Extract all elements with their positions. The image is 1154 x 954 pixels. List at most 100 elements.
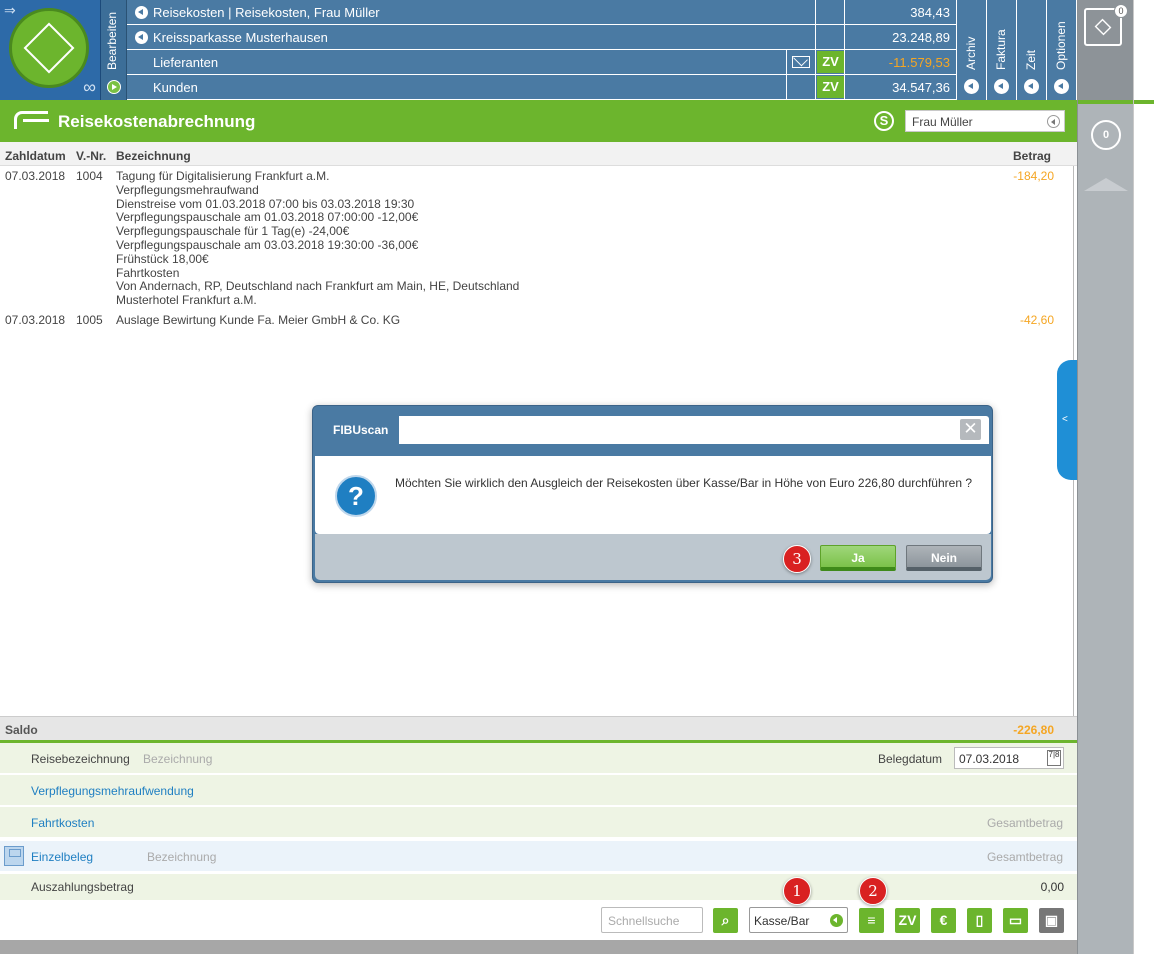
header-row-kunden[interactable]: Kunden ZV 34.547,36 (127, 75, 956, 100)
description-line: Verpflegungsmehraufwand (116, 182, 259, 197)
fahrtkosten-amount-input[interactable]: Gesamtbetrag (987, 816, 1063, 830)
header-row-reisekosten[interactable]: Reisekosten | Reisekosten, Frau Müller 3… (127, 0, 956, 25)
header-row-value: 23.248,89 (844, 25, 956, 49)
save-icon[interactable] (4, 846, 24, 866)
reisebezeichnung-input[interactable]: Bezeichnung (143, 752, 212, 766)
verpflegung-link[interactable]: Verpflegungsmehraufwendung (31, 784, 194, 798)
payment-method-select[interactable]: Kasse/Bar (749, 907, 848, 933)
header-row-label: Lieferanten (153, 55, 219, 70)
description-line: Verpflegungspauschale für 1 Tag(e) -24,0… (116, 224, 350, 239)
header-row-bank[interactable]: Kreissparkasse Musterhausen 23.248,89 (127, 25, 956, 50)
table-row[interactable]: 07.03.2018 1004 Tagung für Digitalisieru… (0, 169, 1077, 310)
person-select-value: Frau Müller (912, 115, 973, 129)
row-amount: -42,60 (1019, 313, 1054, 327)
arrow-left-icon[interactable] (1054, 79, 1069, 94)
document-icon[interactable]: ▯ (967, 908, 992, 933)
tab-label: Optionen (1054, 21, 1068, 70)
tab-faktura[interactable]: Faktura (986, 0, 1016, 100)
tab-label: Faktura (994, 29, 1008, 70)
arrow-left-icon[interactable] (994, 79, 1009, 94)
column-header[interactable]: V.-Nr. (76, 149, 106, 163)
play-icon[interactable] (107, 80, 121, 94)
save-icon[interactable]: ▣ (1039, 908, 1064, 933)
mail-icon (792, 56, 810, 68)
person-select[interactable]: Frau Müller (905, 110, 1065, 132)
module-title-bar: Reisekostenabrechnung S Frau Müller (0, 100, 1077, 142)
close-icon[interactable]: ✕ (960, 419, 981, 440)
arrow-icon: ⇒ (4, 2, 16, 18)
header-row-value: 34.547,36 (844, 75, 956, 99)
einzelbeleg-amount-input[interactable]: Gesamtbetrag (987, 850, 1063, 864)
fahrtkosten-row[interactable]: Fahrtkosten Gesamtbetrag (0, 807, 1077, 839)
euro-button[interactable]: € (931, 908, 956, 933)
tab-label: Archiv (964, 36, 978, 70)
module-logo-icon (14, 111, 49, 129)
page-title: Reisekostenabrechnung (58, 112, 256, 131)
header-row-empty-cell (815, 25, 844, 49)
description-line: Tagung für Digitalisierung Frankfurt a.M… (116, 169, 330, 183)
row-number: 1004 (76, 169, 103, 183)
dialog-footer: Ja Nein (315, 534, 991, 580)
column-header[interactable]: Bezeichnung (116, 149, 191, 163)
header-row-label: Kreissparkasse Musterhausen (153, 30, 328, 45)
column-header[interactable]: Betrag (1013, 149, 1051, 163)
search-input[interactable]: Schnellsuche (601, 907, 703, 933)
dropbox-badge: 0 (1114, 4, 1128, 18)
payment-method-value: Kasse/Bar (754, 914, 810, 928)
tab-archiv[interactable]: Archiv (956, 0, 986, 100)
arrow-left-icon[interactable] (1024, 79, 1039, 94)
print-icon[interactable]: ▭ (1003, 908, 1028, 933)
dialog-title-area: ✕ (399, 416, 989, 444)
no-button[interactable]: Nein (906, 545, 982, 571)
yes-button[interactable]: Ja (820, 545, 896, 571)
description-line: Musterhotel Frankfurt a.M. (116, 293, 257, 308)
einzelbeleg-link[interactable]: Einzelbeleg (31, 850, 93, 864)
belegdatum-field[interactable]: 07.03.2018 7|8 (954, 747, 1064, 769)
payout-coins-icon[interactable]: ≡ (859, 908, 884, 933)
zv-cell[interactable]: ZV (815, 50, 844, 74)
einzelbeleg-description-input[interactable]: Bezeichnung (147, 850, 216, 864)
arrow-left-icon[interactable] (135, 31, 148, 44)
app-logo[interactable]: ⇒ ∞ (0, 0, 101, 100)
header-row-empty-cell (815, 0, 844, 24)
bearbeiten-label: Bearbeiten (105, 11, 119, 70)
zv-cell[interactable]: ZV (815, 75, 844, 99)
bearbeiten-tab[interactable]: Bearbeiten (101, 0, 127, 100)
einzelbeleg-row[interactable]: Einzelbeleg Bezeichnung Gesamtbetrag (0, 841, 1077, 873)
side-panel-toggle[interactable]: < (1057, 360, 1077, 480)
step-marker-3: 3 (783, 545, 811, 573)
fahrtkosten-link[interactable]: Fahrtkosten (31, 816, 94, 830)
tab-optionen[interactable]: Optionen (1046, 0, 1076, 100)
belegdatum-value: 07.03.2018 (959, 752, 1020, 766)
collapse-up-icon[interactable] (1084, 178, 1128, 191)
tab-zeit[interactable]: Zeit (1016, 0, 1046, 100)
arrow-left-icon[interactable] (964, 79, 979, 94)
zv-button[interactable]: ZV (895, 908, 920, 933)
right-sidebar-top: 0 (1078, 0, 1134, 100)
saldo-label: Saldo (5, 723, 38, 737)
description-line: Fahrtkosten (116, 265, 180, 280)
calendar-icon[interactable]: 7|8 (1047, 750, 1061, 766)
header-row-lieferanten[interactable]: Lieferanten ZV -11.579,53 (127, 50, 956, 75)
divider (1078, 100, 1134, 104)
zv-badge[interactable]: ZV (817, 51, 844, 73)
description-line: Verpflegungspauschale am 03.03.2018 19:3… (116, 237, 419, 252)
column-header[interactable]: Zahldatum (5, 149, 66, 163)
s-icon[interactable]: S (874, 111, 894, 131)
saldo-bar: Saldo -226,80 (0, 716, 1077, 740)
status-strip (0, 940, 1077, 954)
belegdatum-label: Belegdatum (878, 752, 943, 766)
step-marker-1: 1 (783, 877, 811, 905)
chevron-left-icon[interactable] (1047, 115, 1060, 128)
description-line: Von Andernach, RP, Deutschland nach Fran… (116, 279, 520, 294)
table-row[interactable]: 07.03.2018 1005 Auslage Bewirtung Kunde … (0, 313, 1077, 330)
row-description: Tagung für Digitalisierung Frankfurt a.M… (116, 169, 520, 308)
auszahlung-label: Auszahlungsbetrag (31, 880, 134, 894)
verpflegung-row[interactable]: Verpflegungsmehraufwendung (0, 775, 1077, 807)
chevron-left-icon[interactable] (830, 914, 843, 927)
zv-badge[interactable]: ZV (817, 76, 844, 98)
search-icon[interactable]: ⌕ (713, 908, 738, 933)
arrow-left-icon[interactable] (135, 6, 148, 19)
counter-badge[interactable]: 0 (1091, 120, 1121, 150)
mail-button[interactable] (786, 50, 815, 74)
